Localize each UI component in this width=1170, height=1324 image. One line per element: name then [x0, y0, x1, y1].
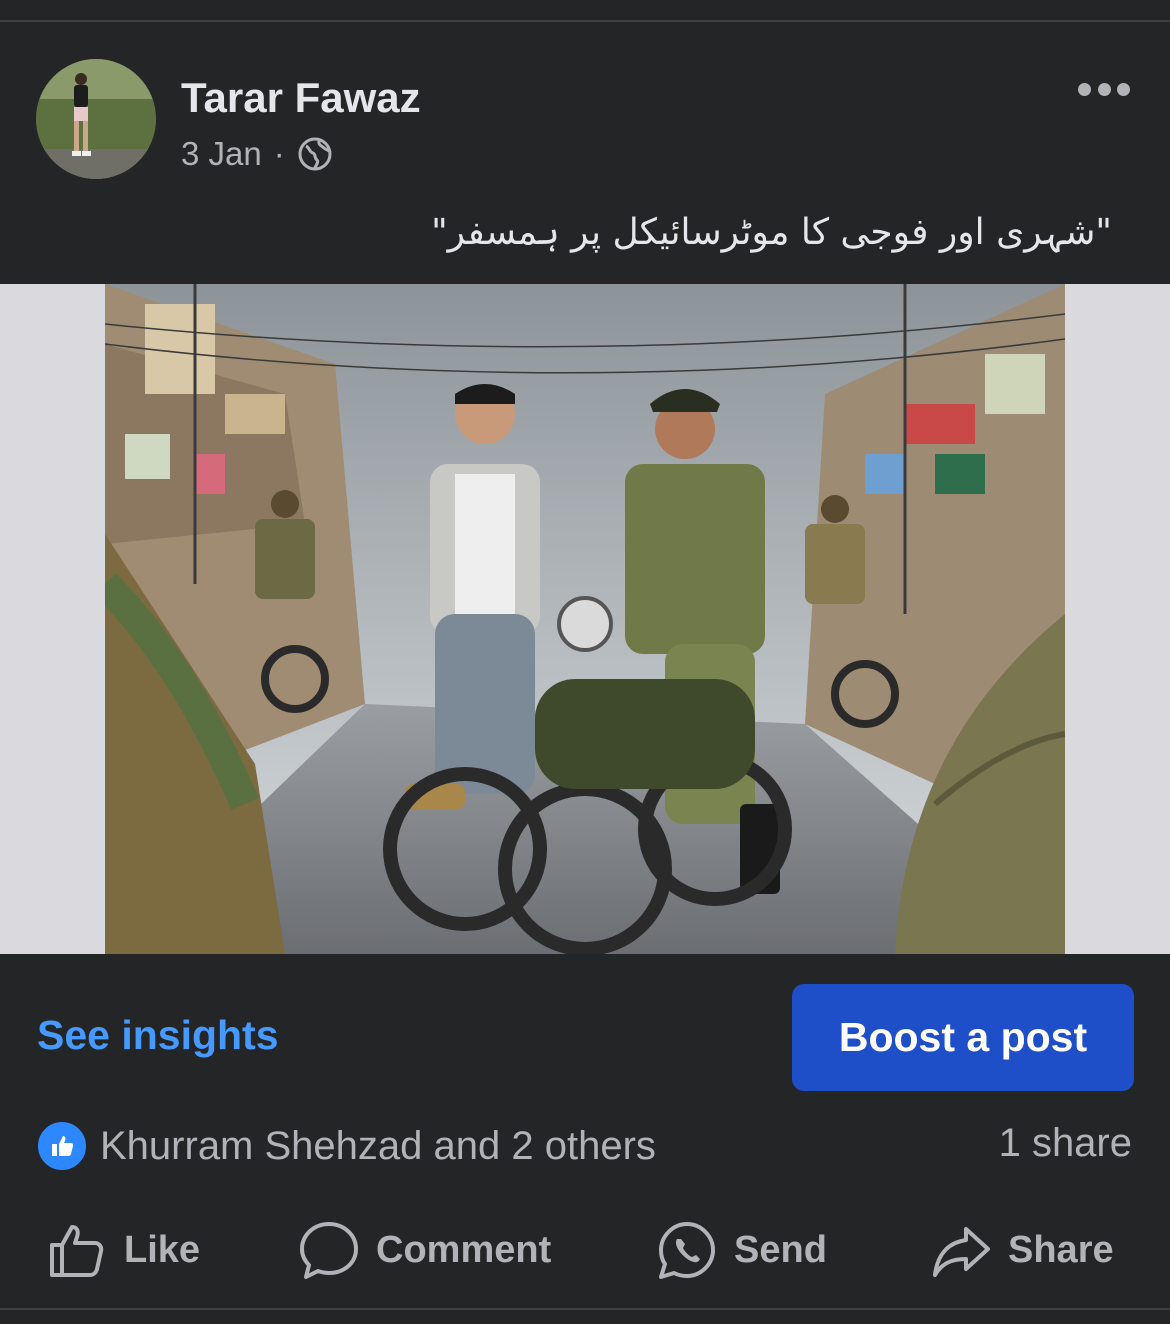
top-divider — [0, 20, 1170, 22]
see-insights-link[interactable]: See insights — [37, 1012, 279, 1059]
thumbs-up-icon — [50, 1225, 104, 1277]
like-button[interactable]: Like — [46, 1210, 200, 1290]
like-label: Like — [124, 1228, 201, 1271]
comment-button[interactable]: Comment — [298, 1210, 551, 1290]
boost-post-button[interactable]: Boost a post — [792, 984, 1134, 1091]
more-dot — [1097, 82, 1111, 96]
globe-icon[interactable] — [297, 136, 333, 172]
bottom-divider — [0, 1308, 1170, 1310]
send-label: Send — [734, 1228, 827, 1271]
post-date[interactable]: 3 Jan — [181, 135, 262, 173]
meta-separator: · — [273, 135, 285, 172]
more-dot — [1078, 82, 1091, 96]
author-avatar[interactable] — [36, 59, 156, 179]
share-button[interactable]: Share — [930, 1210, 1114, 1290]
share-label: Share — [1008, 1228, 1114, 1271]
more-options-icon[interactable] — [1078, 78, 1130, 100]
more-dot — [1117, 82, 1130, 96]
author-name[interactable]: Tarar Fawaz — [181, 74, 421, 122]
share-arrow-icon — [933, 1227, 990, 1277]
whatsapp-icon — [659, 1222, 715, 1279]
post-image[interactable] — [0, 284, 1170, 954]
post-caption: "شہری اور فوجی کا موٹرسائیکل پر ہمسفر" — [431, 212, 1112, 253]
avatar-photo — [36, 59, 156, 179]
image-illustration — [105, 284, 1065, 954]
send-button[interactable]: Send — [656, 1210, 827, 1290]
reactions-text: Khurram Shehzad and 2 others — [100, 1123, 656, 1168]
comment-bubble-icon — [300, 1222, 358, 1279]
like-reaction-icon — [36, 1120, 88, 1172]
reactions-summary[interactable]: Khurram Shehzad and 2 others — [36, 1120, 656, 1172]
shares-count[interactable]: 1 share — [999, 1121, 1132, 1166]
comment-label: Comment — [376, 1228, 552, 1271]
post-meta: 3 Jan · — [181, 135, 333, 173]
post-actions-bar: Like Comment Send Share — [0, 1210, 1170, 1290]
